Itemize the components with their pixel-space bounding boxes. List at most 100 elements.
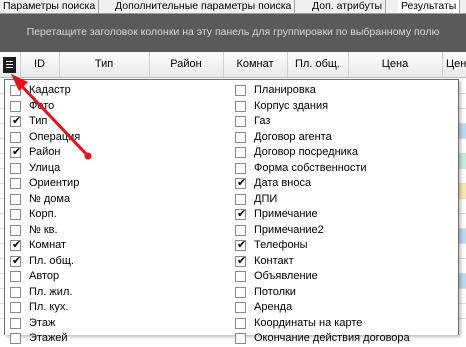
column-toggle-item[interactable]: Аренда (235, 300, 455, 316)
column-header-total-area[interactable]: Пл. общ. (287, 52, 349, 77)
checkbox[interactable] (235, 271, 246, 282)
column-toggle-item[interactable]: Договор агента (235, 130, 455, 146)
column-toggle-item[interactable]: Корп. (10, 207, 230, 223)
column-toggle-item[interactable]: Автор (10, 269, 230, 285)
column-header-id[interactable]: ID (20, 52, 60, 77)
checkbox[interactable] (235, 131, 246, 143)
checkbox[interactable]: ✔ (10, 146, 21, 158)
checkbox[interactable] (235, 224, 246, 236)
checkbox[interactable] (235, 85, 246, 96)
checkbox[interactable] (10, 178, 21, 189)
checkbox[interactable]: ✔ (10, 239, 21, 251)
column-toggle-label: Кадастр (29, 84, 71, 96)
checkbox[interactable] (235, 162, 246, 174)
checkbox[interactable]: ✔ (235, 255, 246, 267)
column-toggle-label: Окончание действия договора (254, 332, 410, 344)
checkbox[interactable] (235, 333, 246, 344)
column-toggle-label: Пл. кух. (29, 301, 69, 313)
column-toggle-label: Примечание (254, 208, 318, 220)
checkbox[interactable] (235, 302, 246, 313)
column-toggle-label: Этаж (29, 316, 56, 329)
checkbox[interactable] (235, 286, 246, 298)
column-toggle-label: Объявление (254, 270, 318, 282)
column-header-price[interactable]: Цена (348, 52, 443, 77)
column-toggle-label: Ориентир (29, 177, 80, 189)
column-toggle-item[interactable]: Кадастр (10, 83, 230, 99)
checkbox[interactable] (10, 100, 21, 112)
checkbox[interactable]: ✔ (10, 255, 21, 267)
checkbox[interactable]: ✔ (235, 239, 246, 251)
column-toggle-item[interactable]: Этажей (10, 331, 230, 347)
checkbox[interactable] (235, 147, 246, 158)
column-toggle-item[interactable]: Пл. жил. (10, 285, 230, 301)
column-toggle-item[interactable]: Потолки (235, 285, 455, 301)
checkbox[interactable] (10, 317, 21, 329)
column-toggle-label: № кв. (29, 223, 58, 236)
column-header-district[interactable]: Район (149, 52, 224, 77)
column-toggle-item[interactable]: ДПИ (235, 192, 455, 208)
column-toggle-label: № дома (29, 192, 71, 205)
checkbox[interactable] (10, 286, 21, 298)
column-toggle-label: Дата вноса (254, 177, 312, 189)
column-toggle-item[interactable]: ✔ Район (10, 145, 230, 161)
column-toggle-label: Планировка (254, 84, 316, 96)
checkbox[interactable]: ✔ (10, 115, 21, 127)
tab-results[interactable]: Результаты (398, 0, 461, 13)
column-toggle-item[interactable]: Примечание2 (235, 223, 455, 239)
column-toggle-label: Координаты на карте (254, 316, 363, 329)
checkbox[interactable] (10, 162, 21, 174)
column-toggle-item[interactable]: ✔ Пл. общ. (10, 254, 230, 270)
column-toggle-label: Контакт (254, 254, 294, 267)
column-toggle-item[interactable]: № кв. (10, 223, 230, 239)
column-toggle-item[interactable]: Ориентир (10, 176, 230, 192)
column-toggle-item[interactable]: Этаж (10, 316, 230, 332)
checkbox[interactable] (10, 302, 21, 313)
checkbox[interactable] (235, 193, 246, 205)
checkbox[interactable] (10, 209, 21, 220)
checkbox[interactable] (10, 193, 21, 205)
column-toggle-item[interactable]: ✔ Комнат (10, 238, 230, 254)
column-toggle-item[interactable]: Договор посредника (235, 145, 455, 161)
column-header-rooms[interactable]: Комнат (223, 52, 288, 77)
column-header-price-2[interactable]: Цен (442, 52, 466, 77)
column-toggle-item[interactable]: ✔ Примечание (235, 207, 455, 223)
column-toggle-item[interactable]: № дома (10, 192, 230, 208)
column-toggle-item[interactable]: Планировка (235, 83, 455, 99)
column-header-type[interactable]: Тип (59, 52, 150, 77)
tab-extra-search-params[interactable]: Дополнительные параметры поиска (112, 0, 296, 13)
column-chooser-icon[interactable] (3, 57, 16, 73)
checkbox[interactable] (10, 85, 21, 96)
column-toggle-item[interactable]: Окончание действия договора (235, 331, 455, 347)
checkbox[interactable] (10, 333, 21, 344)
column-toggle-label: Примечание2 (254, 223, 324, 236)
column-toggle-label: Пл. общ. (29, 254, 74, 267)
checkbox[interactable] (235, 116, 246, 127)
column-toggle-item[interactable]: Корпус здания (235, 99, 455, 115)
column-toggle-item[interactable]: Координаты на карте (235, 316, 455, 332)
column-toggle-item[interactable]: Операция (10, 130, 230, 146)
column-toggle-item[interactable]: Форма собственности (235, 161, 455, 177)
tab-search-params[interactable]: Параметры поиска (0, 0, 100, 13)
column-toggle-item[interactable]: Газ (235, 114, 455, 130)
checkbox[interactable] (10, 224, 21, 236)
checkbox[interactable] (235, 317, 246, 329)
column-toggle-item[interactable]: ✔ Дата вноса (235, 176, 455, 192)
column-toggle-label: Корп. (29, 208, 57, 220)
column-toggle-item[interactable]: ✔ Тип (10, 114, 230, 130)
column-toggle-item[interactable]: ✔ Телефоны (235, 238, 455, 254)
checkbox[interactable] (10, 271, 21, 282)
checkbox[interactable]: ✔ (235, 177, 246, 189)
tab-extra-attributes[interactable]: Доп. атрибуты (309, 0, 387, 13)
tab-bar: Параметры поиска Дополнительные параметр… (0, 0, 466, 14)
checkbox[interactable] (10, 131, 21, 143)
column-toggle-label: Фото (29, 99, 55, 112)
column-toggle-item[interactable]: Улица (10, 161, 230, 177)
group-by-panel[interactable]: Перетащите заголовок колонки на эту пане… (0, 14, 466, 52)
column-toggle-label: Договор посредника (254, 146, 358, 158)
column-toggle-item[interactable]: Фото (10, 99, 230, 115)
column-toggle-item[interactable]: Пл. кух. (10, 300, 230, 316)
checkbox[interactable] (235, 100, 246, 112)
checkbox[interactable]: ✔ (235, 208, 246, 220)
column-toggle-item[interactable]: ✔ Контакт (235, 254, 455, 270)
column-toggle-item[interactable]: Объявление (235, 269, 455, 285)
